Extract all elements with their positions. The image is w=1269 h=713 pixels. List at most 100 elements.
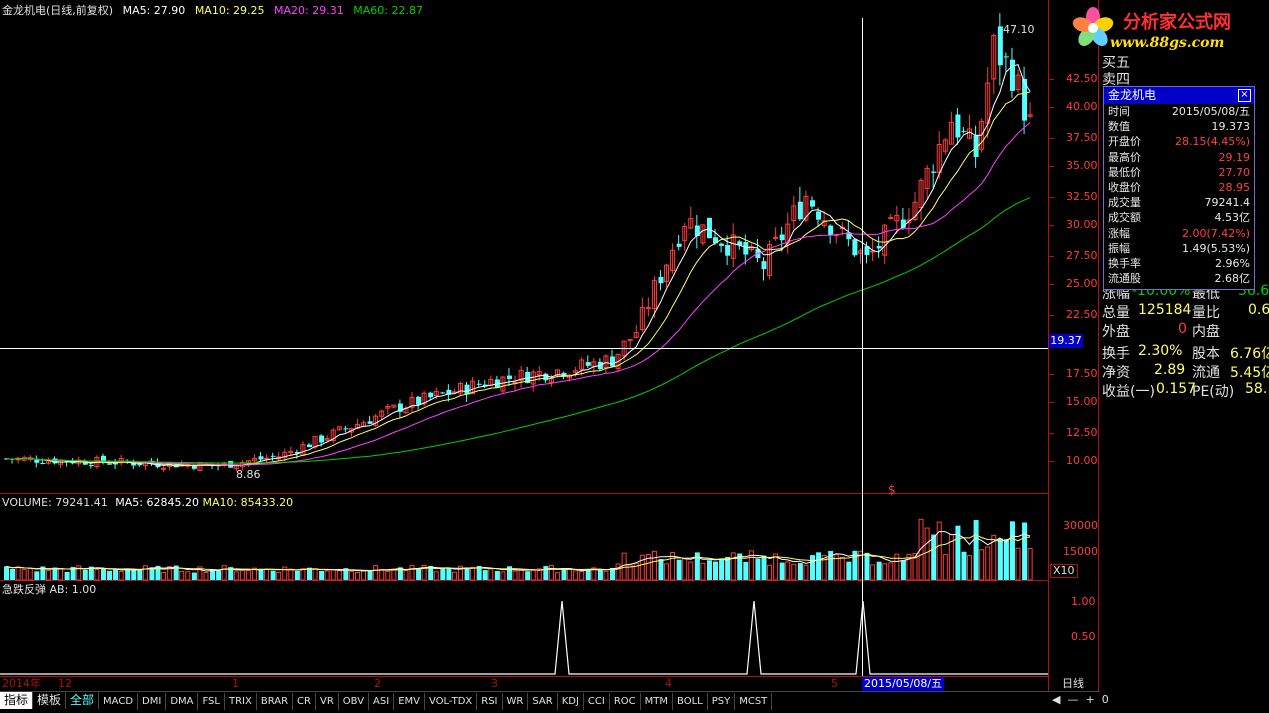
popup-row: 数值 19.373: [1104, 119, 1254, 134]
ma60-line: [5, 197, 1031, 464]
popup-row: 最高价 29.19: [1104, 150, 1254, 165]
volume-bar: [961, 551, 967, 580]
tab-fsl[interactable]: FSL: [198, 693, 225, 710]
tab-vol-tdx[interactable]: VOL-TDX: [425, 693, 478, 710]
candle-body: [440, 392, 446, 394]
candle-body: [676, 243, 682, 247]
tab-trix[interactable]: TRIX: [225, 693, 257, 710]
tab-kdj[interactable]: KDJ: [558, 693, 584, 710]
candlestick-series: [4, 13, 1033, 472]
tab-sar[interactable]: SAR: [528, 693, 558, 710]
price-axis-label: 22.50: [1066, 308, 1098, 321]
tab-wr[interactable]: WR: [503, 693, 529, 710]
tab-cci[interactable]: CCI: [584, 693, 610, 710]
zoom-controls[interactable]: ◀—+0: [1052, 693, 1116, 707]
candle-body: [137, 463, 143, 466]
volume-bar: [336, 570, 342, 581]
volume-unit: X10: [1050, 564, 1078, 578]
volume-bar: [579, 571, 585, 581]
tab-obv[interactable]: OBV: [339, 693, 370, 710]
volume-bar: [985, 546, 991, 581]
volume-bar: [270, 570, 276, 580]
volume-bar: [839, 556, 845, 581]
moving-average-lines: [5, 63, 1031, 467]
volume-bar: [348, 571, 354, 581]
candle-body: [888, 217, 894, 220]
indicator-line: [0, 600, 1048, 675]
volume-bar: [761, 555, 767, 580]
tab-roc[interactable]: ROC: [610, 693, 641, 710]
volume-bar: [58, 568, 64, 581]
tab-全部[interactable]: 全部: [66, 692, 100, 709]
volume-bar: [719, 558, 725, 580]
tab-mcst[interactable]: MCST: [735, 693, 773, 710]
popup-row: 振幅 1.49(5.53%): [1104, 241, 1254, 256]
tab-vr[interactable]: VR: [316, 693, 339, 710]
volume-bar: [216, 570, 222, 580]
volume-bar: [942, 554, 948, 581]
tab-brar[interactable]: BRAR: [257, 693, 294, 710]
volume-bar: [367, 570, 373, 580]
tab-指标[interactable]: 指标: [0, 692, 34, 709]
logo-name: 分析家公式网: [1123, 12, 1231, 33]
candle-body: [543, 373, 549, 381]
huanshou-label: 换手: [1102, 346, 1130, 362]
volume-bar: [324, 570, 330, 581]
high-price-label: 47.10: [1003, 23, 1035, 36]
volume-bar: [282, 566, 288, 581]
period-label[interactable]: 日线: [1062, 677, 1084, 691]
popup-row-key: 成交量: [1108, 196, 1141, 210]
tab-cr[interactable]: CR: [293, 693, 316, 710]
price-axis-label: 25.00: [1066, 277, 1098, 290]
tab-psy[interactable]: PSY: [708, 693, 736, 710]
volume-bar: [797, 563, 803, 580]
volume-bar: [34, 571, 40, 580]
tab-dma[interactable]: DMA: [166, 693, 199, 710]
volume-bar: [294, 570, 300, 580]
indicator-signal: [0, 600, 1048, 675]
tab-asi[interactable]: ASI: [369, 693, 395, 710]
scroll-left-icon[interactable]: ◀: [1052, 693, 1067, 706]
waipan-value: 0: [1178, 321, 1187, 337]
volume-bar: [312, 568, 318, 581]
close-icon[interactable]: ×: [1238, 89, 1251, 102]
popup-row-key: 成交额: [1108, 211, 1141, 225]
jingzi-value: 2.89: [1154, 362, 1186, 378]
neipan-label: 内盘: [1192, 324, 1220, 340]
reset-icon[interactable]: 0: [1102, 693, 1116, 706]
popup-rows: 时间 2015/05/08/五 数值 19.373 开盘价 28.15(4.45%) 最高价…: [1104, 104, 1254, 286]
volume-bar: [936, 521, 942, 581]
volume-bar: [4, 566, 9, 580]
tab-macd[interactable]: MACD: [99, 693, 139, 710]
volume-bar: [21, 569, 27, 581]
volume-bar: [997, 538, 1003, 580]
tab-boll[interactable]: BOLL: [673, 693, 708, 710]
zoom-in-icon[interactable]: +: [1085, 693, 1101, 706]
time-label-12: 12: [58, 677, 72, 690]
tab-mtm[interactable]: MTM: [641, 693, 674, 710]
volume-bar: [118, 570, 124, 581]
popup-row: 时间 2015/05/08/五: [1104, 104, 1254, 119]
volume-bar: [482, 570, 488, 580]
ma20-label: MA20: 29.31: [274, 4, 344, 17]
tab-rsi[interactable]: RSI: [477, 693, 503, 710]
volume-bar: [391, 568, 397, 581]
popup-row-value: 27.70: [1218, 165, 1251, 179]
volume-bar: [15, 566, 21, 581]
volume-bar: [233, 571, 239, 581]
candle-body: [343, 428, 349, 430]
tab-模板[interactable]: 模板: [33, 692, 67, 709]
zoom-out-icon[interactable]: —: [1067, 693, 1085, 706]
popup-row: 最低价 27.70: [1104, 165, 1254, 180]
volume-bar: [639, 554, 645, 581]
popup-row-key: 数值: [1108, 120, 1130, 134]
tab-emv[interactable]: EMV: [394, 693, 425, 710]
tab-dmi[interactable]: DMI: [138, 693, 167, 710]
popup-row-value: 79241.4: [1204, 196, 1251, 210]
volume-bar: [288, 568, 294, 581]
price-axis-label: 37.50: [1066, 131, 1098, 144]
volume-ma5: MA5: 62845.20: [115, 496, 199, 509]
ma20-line: [5, 122, 1031, 466]
price-axis-label: 35.00: [1066, 159, 1098, 172]
volume-axis-30000: 30000: [1063, 519, 1098, 532]
